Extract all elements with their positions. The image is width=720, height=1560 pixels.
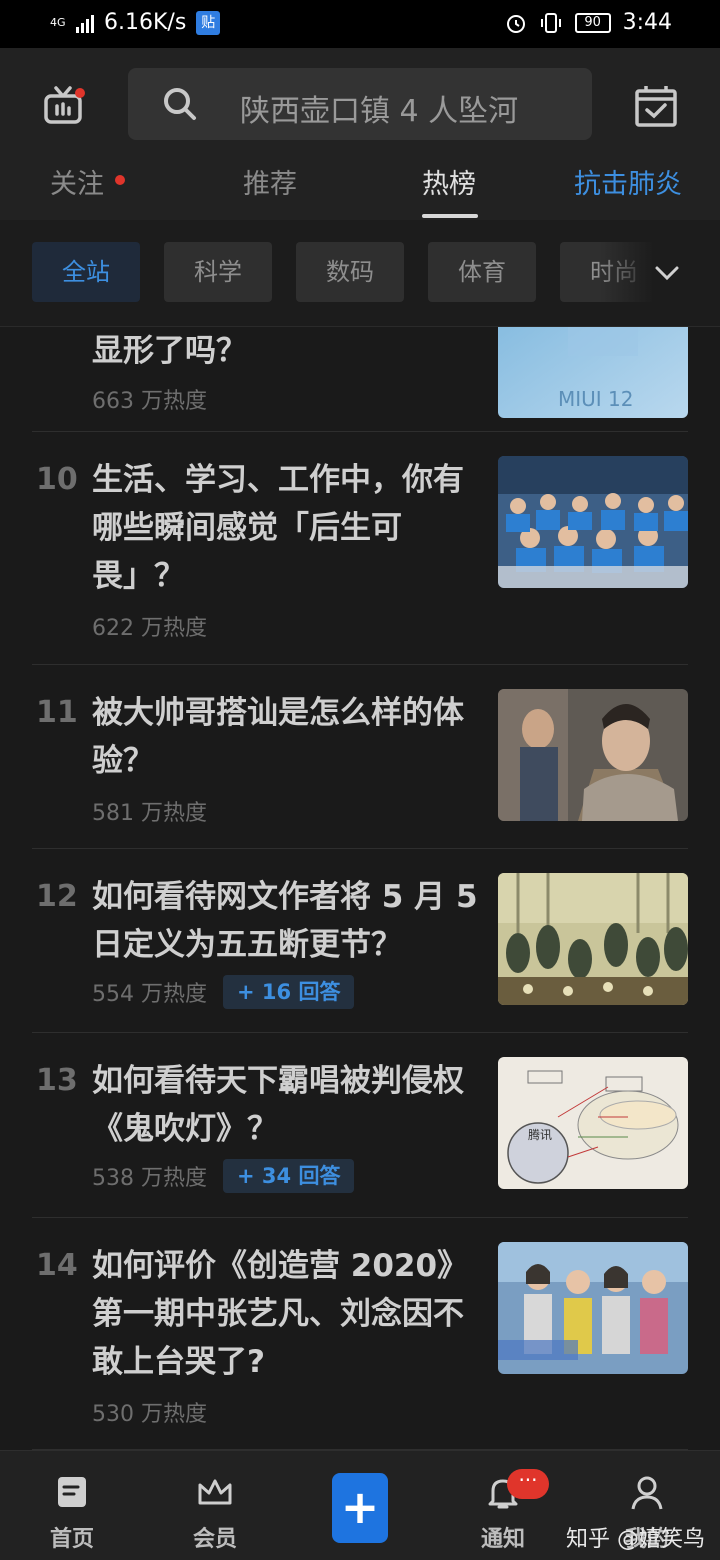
chevron-down-icon[interactable] <box>652 258 682 288</box>
nav-notifications-label: 通知 <box>480 1527 525 1552</box>
search-icon <box>164 88 196 120</box>
list-item[interactable]: 10 生活、学习、工作中，你有哪些瞬间感觉「后生可畏」？ 622 万热度 <box>32 432 688 665</box>
tv-icon[interactable] <box>40 82 88 130</box>
item-meta: 530 万热度 <box>92 1396 207 1428</box>
item-title: 被大帅哥搭讪是怎么样的体验？ <box>92 695 464 779</box>
answers-badge[interactable]: + 16 回答 <box>223 975 355 1009</box>
tab-pneumonia[interactable]: 抗击肺炎 <box>574 162 682 201</box>
thumb-caption: 腾讯 <box>528 1127 552 1142</box>
list-item[interactable]: 11 被大帅哥搭讪是怎么样的体验？ 581 万热度 <box>32 665 688 849</box>
search-bar[interactable]: 陕西壶口镇 4 人坠河 <box>128 68 592 140</box>
tab-recommend[interactable]: 推荐 <box>243 162 297 201</box>
item-title: 如何评价《创造营 2020》第一期中张艺凡、刘念因不敢上台哭了? <box>92 1248 469 1380</box>
search-placeholder: 陕西壶口镇 4 人坠河 <box>240 94 519 129</box>
category-chips: 全站 科学 数码 体育 时尚 <box>0 220 720 327</box>
status-left: 4G 6.16K/s 贴 <box>50 10 221 35</box>
list-item[interactable]: 14 如何评价《创造营 2020》第一期中张艺凡、刘念因不敢上台哭了? 530 … <box>32 1218 688 1450</box>
signal-icon <box>76 13 94 33</box>
item-heat: 554 万热度 <box>92 982 207 1007</box>
item-heat: 581 万热度 <box>92 801 207 826</box>
hot-list: 显形了吗？ 663 万热度 MIUI 12 10 生活、学习、工作中，你有哪些瞬… <box>0 327 720 1450</box>
tab-active-indicator <box>422 214 478 218</box>
clock: 3:44 <box>622 10 672 35</box>
alarm-icon <box>506 14 525 33</box>
item-meta: 554 万热度 + 16 回答 <box>92 975 355 1009</box>
item-title: 显形了吗？ <box>92 333 247 369</box>
item-meta: 581 万热度 <box>92 795 207 827</box>
thumb-caption: MIUI 12 <box>558 387 634 411</box>
crown-icon <box>198 1479 232 1505</box>
item-meta: 538 万热度 + 34 回答 <box>92 1159 355 1193</box>
notification-badge: ··· <box>507 1469 549 1499</box>
status-right: 90 3:44 <box>505 10 672 35</box>
calendar-check-icon[interactable] <box>632 82 680 130</box>
network-type: 4G <box>50 16 66 29</box>
tab-hot[interactable]: 热榜 <box>422 162 476 201</box>
list-item[interactable]: 显形了吗？ 663 万热度 MIUI 12 <box>32 327 688 432</box>
watermark: 知乎 @嬉笑鸟 <box>566 1527 705 1552</box>
tab-follow-dot <box>115 175 125 185</box>
home-icon <box>58 1477 86 1507</box>
item-title: 如何看待天下霸唱被判侵权《鬼吹灯》？ <box>92 1063 464 1147</box>
item-rank: 13 <box>36 1063 78 1098</box>
item-thumbnail: MIUI 12 <box>498 327 688 418</box>
item-rank: 11 <box>36 695 78 730</box>
item-rank: 10 <box>36 462 78 497</box>
nav-vip[interactable]: 会员 <box>170 1473 260 1553</box>
chip-all[interactable]: 全站 <box>32 242 140 302</box>
item-meta: 663 万热度 <box>92 383 207 415</box>
item-heat: 663 万热度 <box>92 389 207 414</box>
item-meta: 622 万热度 <box>92 610 207 642</box>
item-thumbnail <box>498 456 688 588</box>
network-speed: 6.16K/s <box>104 10 187 35</box>
app-notification-icon: 贴 <box>196 10 221 35</box>
chip-science[interactable]: 科学 <box>164 242 272 302</box>
nav-vip-label: 会员 <box>192 1527 237 1552</box>
vibrate-icon <box>540 12 561 33</box>
list-item[interactable]: 12 如何看待网文作者将 5 月 5 日定义为五五断更节？ 554 万热度 + … <box>32 849 688 1033</box>
item-title: 生活、学习、工作中，你有哪些瞬间感觉「后生可畏」？ <box>92 462 464 594</box>
item-thumbnail <box>498 873 688 1005</box>
chip-sports[interactable]: 体育 <box>428 242 536 302</box>
item-thumbnail: 腾讯 <box>498 1057 688 1189</box>
answers-badge[interactable]: + 34 回答 <box>223 1159 355 1193</box>
bottom-nav: 首页 会员 + 通知 ··· 我的 知乎 @嬉笑鸟 <box>0 1450 720 1560</box>
item-rank: 12 <box>36 879 78 914</box>
list-item[interactable]: 13 如何看待天下霸唱被判侵权《鬼吹灯》？ 538 万热度 + 34 回答 腾讯 <box>32 1033 688 1218</box>
tab-follow[interactable]: 关注 <box>50 162 104 201</box>
item-rank: 14 <box>36 1248 78 1283</box>
item-title: 如何看待网文作者将 5 月 5 日定义为五五断更节？ <box>92 879 478 963</box>
create-button[interactable]: + <box>332 1473 388 1543</box>
item-heat: 530 万热度 <box>92 1402 207 1427</box>
item-heat: 622 万热度 <box>92 616 207 641</box>
top-header: 陕西壶口镇 4 人坠河 关注 推荐 热榜 抗击肺炎 <box>0 48 720 220</box>
nav-home-label: 首页 <box>49 1527 94 1552</box>
profile-icon <box>631 1476 663 1510</box>
item-thumbnail <box>498 689 688 821</box>
chip-digital[interactable]: 数码 <box>296 242 404 302</box>
item-heat: 538 万热度 <box>92 1166 207 1191</box>
status-bar: 4G 6.16K/s 贴 90 3:44 <box>0 0 720 48</box>
item-thumbnail <box>498 1242 688 1374</box>
nav-home[interactable]: 首页 <box>27 1473 117 1553</box>
battery-icon: 90 <box>574 12 611 33</box>
